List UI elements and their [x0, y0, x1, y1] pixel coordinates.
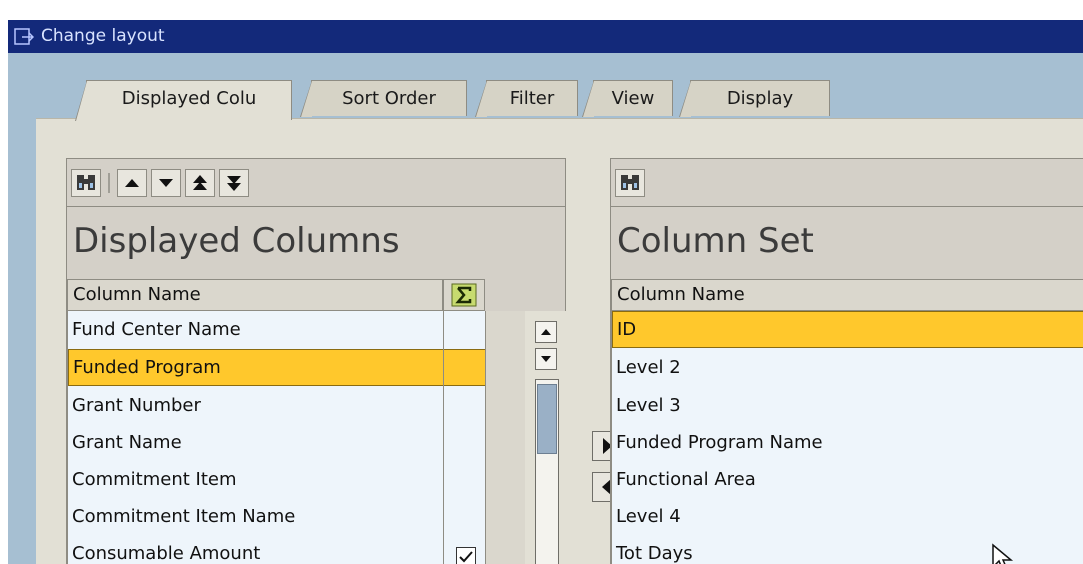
scroll-track[interactable]: [535, 379, 559, 564]
column-name-header[interactable]: Column Name: [611, 279, 1083, 311]
displayed-columns-panel: Displayed Columns Column Name Fund Cente…: [66, 158, 567, 564]
sigma-icon: [451, 283, 477, 307]
binoculars-icon: [621, 175, 639, 190]
arrow-up-icon: [125, 179, 139, 187]
list-item[interactable]: Functional Area: [612, 461, 1083, 498]
tab-label: View: [611, 88, 655, 109]
scroll-thumb[interactable]: [537, 384, 557, 454]
move-up-button[interactable]: [117, 169, 147, 197]
tab-filter[interactable]: Filter: [475, 80, 578, 117]
find-button[interactable]: [615, 169, 645, 197]
scrollbar[interactable]: [525, 311, 567, 564]
displayed-columns-list: Fund Center Name Funded Program Grant Nu…: [67, 311, 444, 564]
mouse-cursor-icon: [992, 543, 1014, 564]
panel-title: Displayed Columns: [73, 221, 400, 261]
list-item[interactable]: Consumable Amount: [68, 535, 444, 564]
title-bar: Change layout: [8, 20, 1083, 53]
sum-cell-selected[interactable]: [444, 349, 486, 386]
move-down-button[interactable]: [151, 169, 181, 197]
arrow-top-icon: [193, 175, 207, 190]
tab-label: Display: [726, 88, 794, 109]
left-toolbar: [67, 159, 565, 207]
toolbar-separator: [108, 173, 110, 193]
list-item[interactable]: Grant Number: [68, 387, 444, 424]
arrow-down-icon: [159, 179, 173, 187]
list-item[interactable]: Fund Center Name: [68, 311, 444, 348]
tab-label: Displayed Colu: [121, 88, 257, 109]
sum-column: [443, 311, 486, 564]
tab-label: Filter: [509, 88, 555, 109]
move-top-button[interactable]: [185, 169, 215, 197]
sum-column-header[interactable]: [443, 279, 485, 311]
tab-view[interactable]: View: [582, 80, 673, 117]
binoculars-icon: [77, 175, 95, 190]
list-item[interactable]: Commitment Item Name: [68, 498, 444, 535]
scroll-up-button[interactable]: [535, 321, 557, 343]
list-item[interactable]: Grant Name: [68, 424, 444, 461]
right-toolbar: [611, 159, 1083, 207]
find-button[interactable]: [71, 169, 101, 197]
arrow-bottom-icon: [227, 176, 241, 191]
list-item-selected[interactable]: Funded Program: [68, 349, 444, 386]
tab-label: Sort Order: [342, 88, 436, 109]
tab-sort-order[interactable]: Sort Order: [300, 80, 467, 117]
tab-displayed-columns[interactable]: Displayed Colu: [75, 80, 292, 121]
list-item-selected[interactable]: ID: [612, 311, 1083, 348]
scroll-down-button[interactable]: [535, 348, 557, 370]
list-item[interactable]: Commitment Item: [68, 461, 444, 498]
change-layout-window: Change layout Displayed Colu Sort Order …: [8, 20, 1083, 564]
column-set-panel: Column Set Column Name ID Level 2 Level …: [610, 158, 1083, 564]
arrow-down-icon: [541, 356, 551, 362]
check-icon: [459, 551, 473, 563]
window-icon: [14, 28, 34, 45]
arrow-up-icon: [541, 329, 551, 335]
tab-display[interactable]: Display: [679, 80, 830, 117]
list-item[interactable]: Level 2: [612, 349, 1083, 386]
list-item[interactable]: Level 4: [612, 498, 1083, 535]
list-item[interactable]: Level 3: [612, 387, 1083, 424]
window-title: Change layout: [41, 26, 165, 46]
sum-checkbox[interactable]: [456, 547, 476, 564]
scroll-gutter: [485, 311, 525, 564]
panel-title: Column Set: [617, 221, 814, 261]
move-bottom-button[interactable]: [219, 169, 249, 197]
list-item[interactable]: Funded Program Name: [612, 424, 1083, 461]
column-name-header[interactable]: Column Name: [67, 279, 443, 311]
tab-content: Displayed Columns Column Name Fund Cente…: [36, 118, 1083, 564]
column-set-list: ID Level 2 Level 3 Funded Program Name F…: [611, 311, 1083, 564]
